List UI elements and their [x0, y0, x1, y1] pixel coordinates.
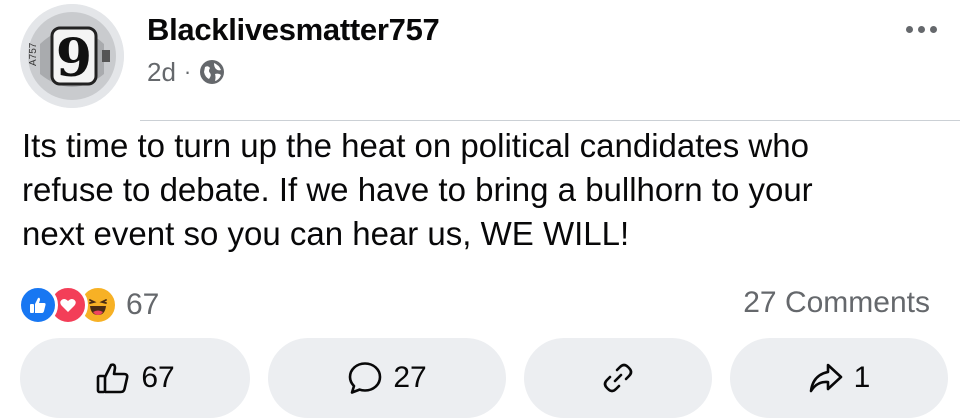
- globe-icon[interactable]: [199, 59, 225, 85]
- comment-button[interactable]: 27: [268, 338, 506, 418]
- comment-bubble-icon: [347, 360, 383, 396]
- thumbs-up-icon: [95, 360, 131, 396]
- post-timestamp[interactable]: 2d: [147, 57, 176, 88]
- post-text: Its time to turn up the heat on politica…: [22, 127, 813, 252]
- like-count: 67: [141, 361, 175, 394]
- header-divider: [140, 120, 960, 121]
- meta-separator: ·: [183, 59, 192, 84]
- like-reaction-icon: [18, 285, 58, 325]
- share-count: 1: [853, 361, 871, 394]
- avatar-badge-text: 9: [56, 28, 92, 89]
- more-options-icon[interactable]: [900, 16, 942, 42]
- page-avatar[interactable]: 9 A757: [20, 4, 124, 108]
- copy-link-button[interactable]: [524, 338, 712, 418]
- post-actions-bar: 67 27 1: [0, 338, 960, 418]
- avatar-image: 9 A757: [20, 4, 124, 108]
- comment-count: 27: [393, 361, 427, 394]
- avatar-side-text: A757: [28, 42, 39, 66]
- post-meta: 2d ·: [147, 56, 225, 88]
- post-author-name[interactable]: Blacklivesmatter757: [147, 12, 440, 48]
- reaction-count: 67: [126, 288, 160, 321]
- like-button[interactable]: 67: [20, 338, 250, 418]
- comments-count-link[interactable]: 27 Comments: [743, 286, 930, 320]
- share-arrow-icon: [808, 361, 844, 395]
- share-button[interactable]: 1: [730, 338, 948, 418]
- reactions-summary[interactable]: 67: [18, 284, 159, 326]
- link-icon: [601, 361, 635, 395]
